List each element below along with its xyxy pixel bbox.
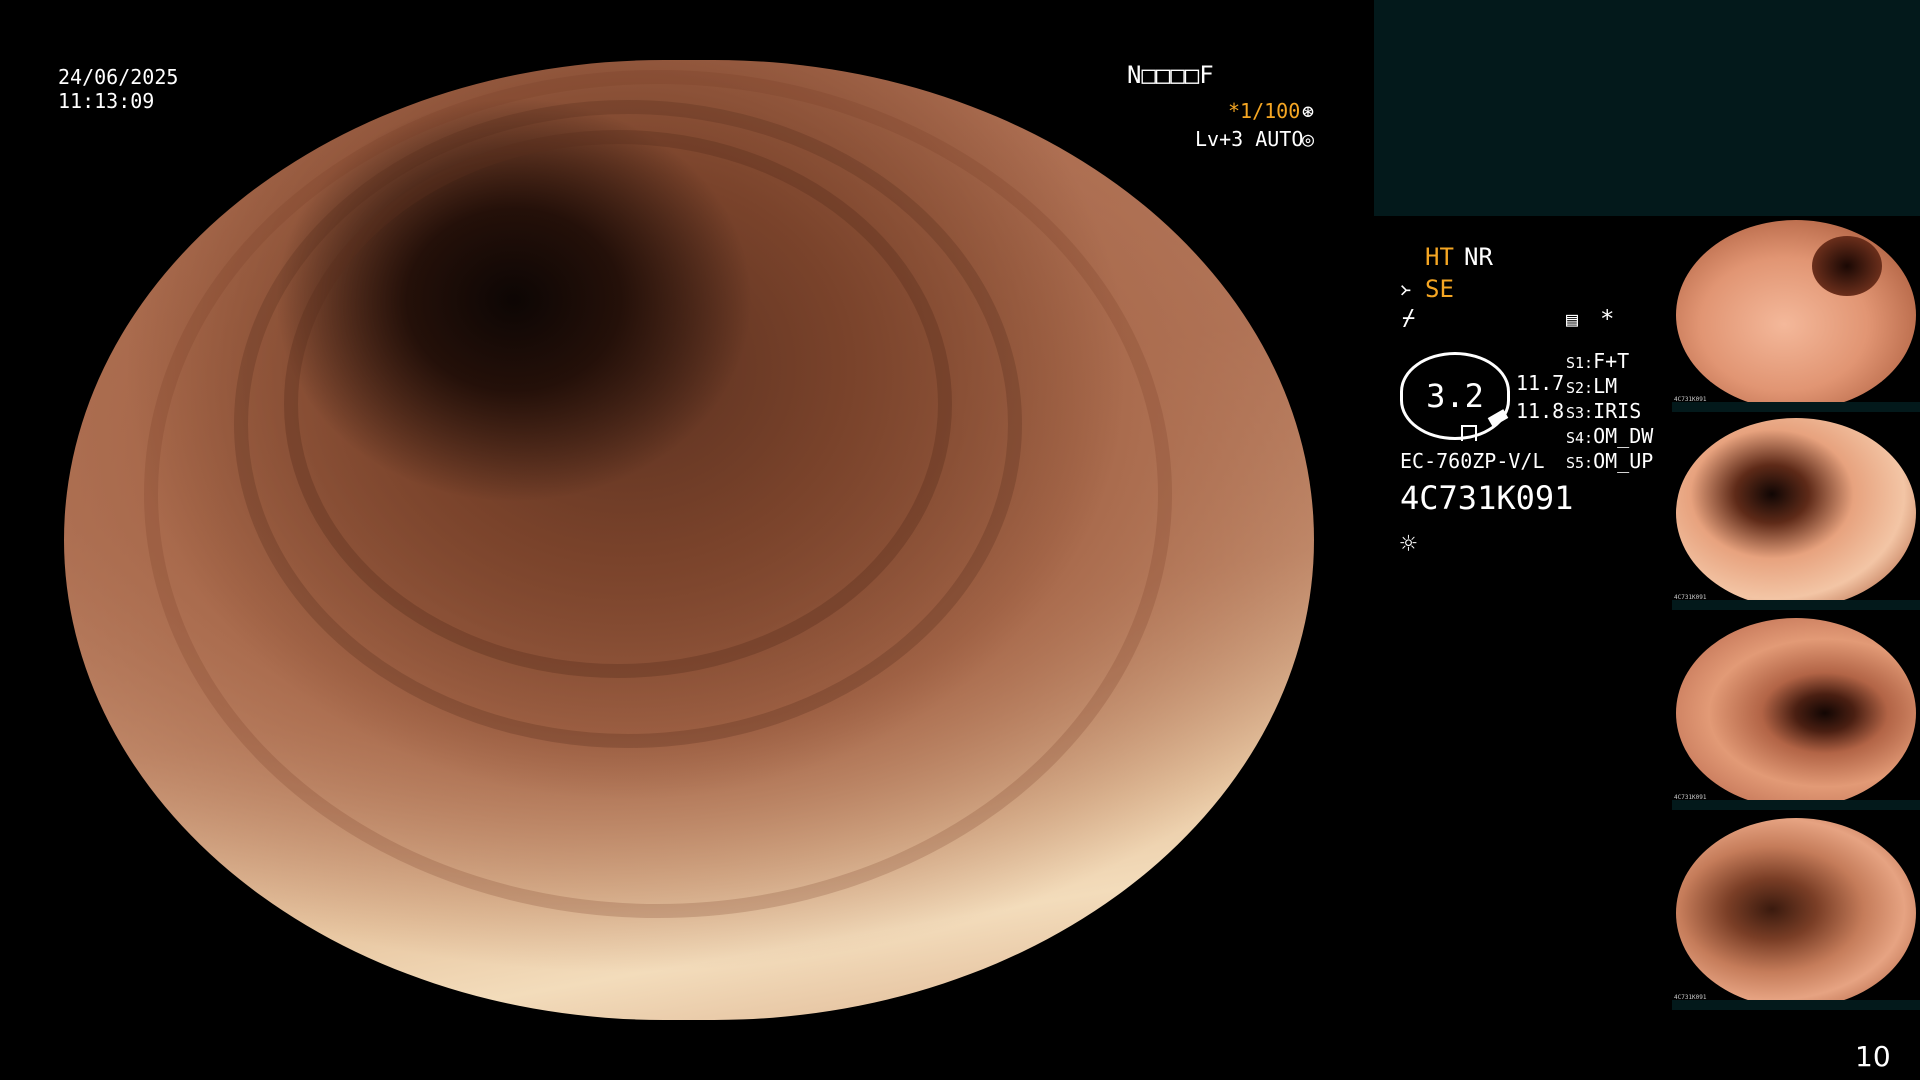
switch-item: S1:F+T [1566, 349, 1630, 373]
mucosal-fold [144, 70, 1172, 918]
shutter-label: *1/100 [1228, 99, 1301, 123]
scope-serial: 4C731K091 [1400, 479, 1574, 517]
thumbnail-image [1676, 220, 1916, 410]
flash-icon: ⌿ [1402, 306, 1416, 331]
nr-label: NR [1464, 243, 1493, 271]
thumbnail-image [1676, 818, 1916, 1008]
thumbnail-image [1676, 418, 1916, 608]
gauge-side-bottom: 11.8 [1516, 399, 1565, 423]
gauge-value: 3.2 [1426, 377, 1484, 415]
thumbnail-bar [1672, 600, 1920, 610]
zoom-gauge: 3.2 [1400, 352, 1510, 441]
endoscope-view [64, 60, 1314, 1020]
memo-icon: ▤ [1566, 307, 1579, 331]
time-label: 11:13:09 [58, 89, 155, 113]
switch-item: S3:IRIS [1566, 399, 1642, 423]
shutter-icon: ⊛ [1302, 99, 1315, 123]
switch-item: S5:OM_UP [1566, 449, 1654, 473]
auto-icon: ◎ [1302, 127, 1315, 151]
switch-item: S2:LM [1566, 374, 1618, 398]
date-label: 24/06/2025 [58, 65, 179, 89]
asterisk-label: * [1600, 305, 1615, 333]
se-label: SE [1425, 275, 1454, 303]
thumbnail[interactable]: 4C731K091 [1672, 814, 1920, 1010]
level-label: Lv+3 AUTO [1195, 127, 1304, 151]
light-icon: ☼ [1400, 527, 1417, 560]
gauge-side-top: 11.7 [1516, 371, 1565, 395]
thumbnail[interactable]: 4C731K091 [1672, 614, 1920, 810]
structure-icon: ᚛ [1400, 277, 1411, 301]
thumbnail-bar [1672, 1000, 1920, 1010]
scope-model: EC-760ZP-V/L [1400, 449, 1545, 473]
thumbnail-bar [1672, 402, 1920, 412]
thumbnail[interactable]: 4C731K091 [1672, 216, 1920, 412]
mode-code: N□□□□F [1127, 61, 1214, 89]
gauge-marker [1461, 425, 1477, 441]
ht-label: HT [1425, 243, 1454, 271]
page-number: 10 [1855, 1040, 1891, 1073]
thumbnail-lumen [1812, 236, 1882, 296]
switch-item: S4:OM_DW [1566, 424, 1654, 448]
thumbnail[interactable]: 4C731K091 [1672, 414, 1920, 610]
thumbnail-image [1676, 618, 1916, 808]
thumbnail-bar [1672, 800, 1920, 810]
info-box [1374, 0, 1920, 216]
